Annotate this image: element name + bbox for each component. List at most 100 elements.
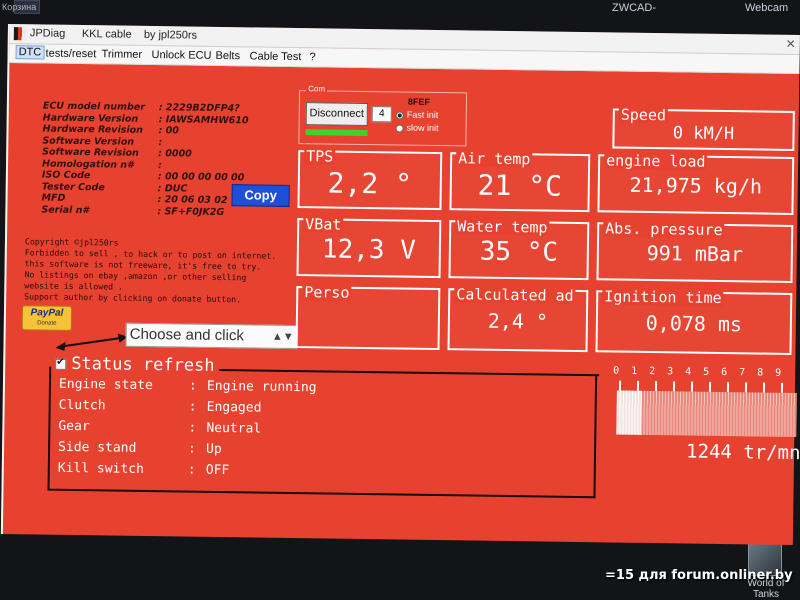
rpm-scale-label: 0: [613, 365, 620, 377]
perso-label: Perso: [302, 283, 352, 302]
rpm-tick: [636, 380, 640, 391]
air-temp-gauge: Air temp 21 °C: [449, 149, 591, 213]
com-port-field[interactable]: 4: [371, 106, 392, 123]
speed-label: Speed: [618, 105, 669, 125]
ecu-value: : 20 06 03 02: [157, 194, 228, 207]
status-sep: :: [187, 462, 196, 478]
rpm-scale-label: 7: [739, 367, 746, 379]
main-panel: ECU model number: 2229B2DFP4? Hardware V…: [3, 64, 800, 545]
ecu-value: : DUC: [157, 182, 188, 195]
ecu-info-block: ECU model number: 2229B2DFP4? Hardware V…: [41, 100, 248, 217]
tps-value: 2,2 °: [327, 166, 413, 201]
status-box: Engine state: Engine running Clutch: Engag…: [47, 366, 598, 499]
rpm-scale-label: 3: [667, 366, 674, 378]
perso-value: [298, 304, 438, 306]
disconnect-button[interactable]: Disconnect: [305, 102, 368, 127]
engine-load-value: 21,975 kg/h: [629, 172, 763, 199]
rpm-scale-label: 9: [775, 367, 782, 379]
status-key: Clutch: [58, 397, 106, 414]
rpm-value: 1244 tr/mn: [685, 440, 800, 465]
water-temp-value: 35 °C: [479, 236, 559, 268]
tps-gauge: TPS 2,2 °: [297, 147, 443, 211]
title-tab-author: by jpl250rs: [143, 28, 198, 42]
fast-init-label: Fast init: [406, 109, 439, 121]
ecu-label: Serial n#: [41, 203, 90, 216]
menu-unlock-ecu[interactable]: Unlock ECU: [151, 49, 211, 62]
title-tab-jpdiag[interactable]: JPDiag: [30, 27, 66, 39]
vbat-value: 12,3 V: [321, 234, 417, 266]
fast-init-radio[interactable]: Fast init: [395, 109, 439, 121]
radio-selected-icon: [395, 111, 404, 120]
rpm-tick: [708, 381, 712, 392]
air-temp-label: Air temp: [456, 149, 533, 169]
status-sep: :: [188, 378, 197, 394]
title-tab-kkl-cable[interactable]: KKL cable: [82, 28, 132, 41]
ecu-value: : 00 00 00 00 00: [157, 171, 245, 184]
slow-init-radio[interactable]: slow init: [395, 122, 439, 134]
rpm-tick: [654, 381, 658, 392]
abs-pressure-label: Abs. pressure: [603, 219, 725, 239]
calculated-ad-label: Calculated ad: [454, 285, 576, 305]
rpm-tick: [726, 382, 730, 393]
paypal-logo: PayPal: [30, 307, 64, 319]
zwcad-desktop-label[interactable]: ZWCAD-: [612, 2, 656, 15]
radio-unselected-icon: [395, 124, 404, 133]
perso-gauge: Perso: [295, 283, 441, 351]
spinner-arrows-icon[interactable]: ▲▼: [272, 326, 294, 348]
menu-trimmer[interactable]: Trimmer: [102, 48, 143, 61]
menu-help[interactable]: ?: [309, 51, 315, 63]
double-arrow-icon: [55, 333, 128, 351]
recycle-bin-label: Корзина: [2, 2, 37, 12]
paypal-donate-label: Donate: [37, 320, 57, 327]
copyright-notice: Copyright ©jpl250rs Forbidden to sell , …: [24, 236, 276, 306]
ecu-id-label: 8FEF: [407, 96, 431, 107]
vbat-gauge: VBat 12,3 V: [296, 215, 442, 279]
rpm-tick: [762, 382, 766, 393]
calculated-ad-gauge: Calculated ad 2,4 °: [447, 285, 589, 353]
com-group-label: Com: [306, 84, 328, 94]
menu-cable-test[interactable]: Cable Test: [249, 50, 301, 63]
slow-init-label: slow init: [406, 122, 439, 134]
ecu-value: :: [157, 159, 162, 171]
engine-load-gauge: engine load 21,975 kg/h: [597, 151, 795, 215]
water-temp-gauge: Water temp 35 °C: [448, 217, 590, 281]
status-key: Side stand: [57, 439, 137, 456]
calculated-ad-value: 2,4 °: [487, 308, 549, 334]
menu-belts[interactable]: Belts: [215, 50, 240, 62]
status-key: Engine state: [58, 376, 153, 394]
air-temp-value: 21 °C: [477, 168, 563, 203]
status-val: OFF: [205, 462, 230, 479]
speed-value: 0 kM/H: [672, 123, 735, 145]
ecu-value: : 0000: [158, 148, 192, 160]
status-sep: :: [188, 420, 197, 436]
ignition-time-value: 0,078 ms: [645, 310, 743, 337]
status-val: Up: [205, 441, 222, 458]
app-flag-icon: [13, 27, 26, 41]
paypal-donate-button[interactable]: PayPal Donate: [21, 305, 73, 331]
tps-label: TPS: [304, 147, 336, 166]
rpm-bar-track: [616, 390, 797, 438]
menu-dtc[interactable]: DTC: [15, 45, 45, 60]
status-val: Neutral: [206, 420, 262, 437]
rpm-tick: [618, 380, 622, 391]
rpm-scale-label: 4: [685, 366, 692, 378]
ecu-value: : IAWSAMHW610: [158, 113, 249, 126]
abs-pressure-gauge: Abs. pressure 991 mBar: [596, 219, 794, 283]
status-sep: :: [187, 441, 197, 457]
rpm-tick: [672, 381, 676, 392]
close-icon[interactable]: ✕: [786, 37, 796, 51]
choose-and-click-select[interactable]: Choose and click ▲▼: [125, 322, 298, 350]
connection-status-bar: [305, 129, 368, 137]
status-val: Engine running: [206, 378, 317, 396]
status-val: Engaged: [206, 399, 262, 416]
com-group: Com Disconnect 4 8FEF Fast init slow ini…: [298, 84, 468, 147]
ecu-value: : SF+F0JK2G: [157, 205, 225, 218]
copy-button[interactable]: Copy: [231, 184, 290, 207]
webcam-desktop-label[interactable]: Webcam: [745, 2, 788, 14]
rpm-bar-fill: [616, 390, 643, 435]
engine-load-label: engine load: [604, 151, 708, 171]
forum-watermark: =15 для forum.onliner.by: [605, 568, 793, 583]
menu-tests-reset[interactable]: tests/reset: [46, 48, 97, 61]
status-key: Gear: [58, 418, 90, 435]
ignition-time-label: Ignition time: [602, 287, 724, 307]
